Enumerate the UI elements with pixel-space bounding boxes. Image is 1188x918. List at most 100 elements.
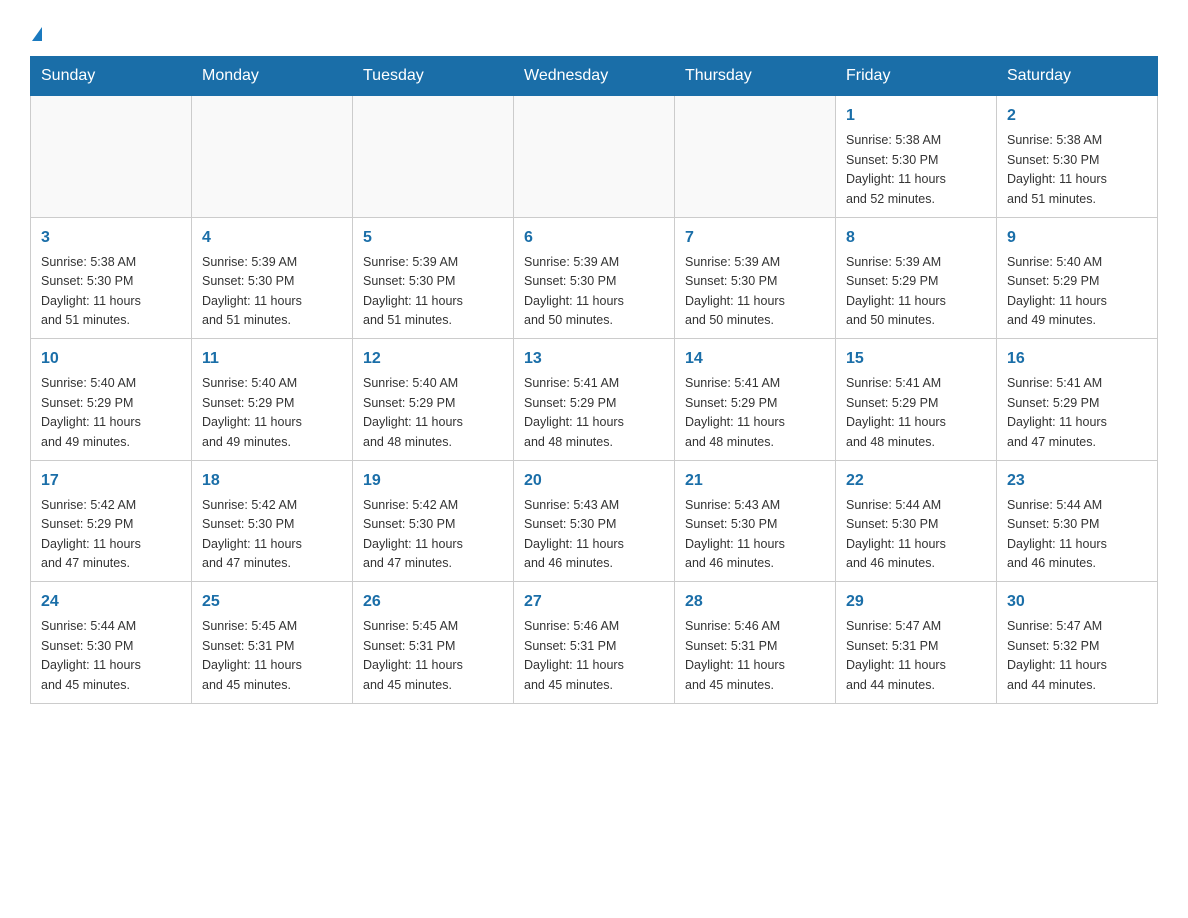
day-number: 8: [846, 226, 986, 250]
weekday-header-sunday: Sunday: [31, 57, 192, 96]
week-row-1: 1 Sunrise: 5:38 AMSunset: 5:30 PMDaylight…: [31, 96, 1158, 218]
day-info: Sunrise: 5:39 AMSunset: 5:30 PMDaylight:…: [363, 253, 503, 331]
logo-triangle-icon: [32, 27, 42, 41]
weekday-header-thursday: Thursday: [675, 57, 836, 96]
day-number: 1: [846, 104, 986, 128]
day-number: 10: [41, 347, 181, 371]
day-number: 28: [685, 590, 825, 614]
day-number: 3: [41, 226, 181, 250]
calendar-cell: [31, 96, 192, 218]
calendar-cell: 22 Sunrise: 5:44 AMSunset: 5:30 PMDayligh…: [836, 460, 997, 582]
day-number: 5: [363, 226, 503, 250]
calendar-cell: 15 Sunrise: 5:41 AMSunset: 5:29 PMDayligh…: [836, 339, 997, 461]
calendar-cell: 19 Sunrise: 5:42 AMSunset: 5:30 PMDayligh…: [353, 460, 514, 582]
calendar-cell: 2 Sunrise: 5:38 AMSunset: 5:30 PMDaylight…: [997, 96, 1158, 218]
day-info: Sunrise: 5:46 AMSunset: 5:31 PMDaylight:…: [524, 617, 664, 695]
calendar-cell: 23 Sunrise: 5:44 AMSunset: 5:30 PMDayligh…: [997, 460, 1158, 582]
calendar-cell: 18 Sunrise: 5:42 AMSunset: 5:30 PMDayligh…: [192, 460, 353, 582]
day-info: Sunrise: 5:39 AMSunset: 5:30 PMDaylight:…: [685, 253, 825, 331]
calendar-cell: 3 Sunrise: 5:38 AMSunset: 5:30 PMDaylight…: [31, 217, 192, 339]
day-info: Sunrise: 5:38 AMSunset: 5:30 PMDaylight:…: [1007, 131, 1147, 209]
day-number: 18: [202, 469, 342, 493]
day-info: Sunrise: 5:38 AMSunset: 5:30 PMDaylight:…: [41, 253, 181, 331]
page-header: [30, 20, 1158, 46]
day-number: 16: [1007, 347, 1147, 371]
day-number: 26: [363, 590, 503, 614]
week-row-3: 10 Sunrise: 5:40 AMSunset: 5:29 PMDayligh…: [31, 339, 1158, 461]
day-number: 2: [1007, 104, 1147, 128]
day-number: 11: [202, 347, 342, 371]
calendar-cell: 7 Sunrise: 5:39 AMSunset: 5:30 PMDaylight…: [675, 217, 836, 339]
calendar-cell: 20 Sunrise: 5:43 AMSunset: 5:30 PMDayligh…: [514, 460, 675, 582]
day-info: Sunrise: 5:39 AMSunset: 5:30 PMDaylight:…: [524, 253, 664, 331]
day-info: Sunrise: 5:47 AMSunset: 5:31 PMDaylight:…: [846, 617, 986, 695]
calendar-cell: 16 Sunrise: 5:41 AMSunset: 5:29 PMDayligh…: [997, 339, 1158, 461]
day-number: 30: [1007, 590, 1147, 614]
day-info: Sunrise: 5:41 AMSunset: 5:29 PMDaylight:…: [685, 374, 825, 452]
calendar-cell: 24 Sunrise: 5:44 AMSunset: 5:30 PMDayligh…: [31, 582, 192, 704]
calendar-cell: 4Sunrise: 5:39 AMSunset: 5:30 PMDaylight…: [192, 217, 353, 339]
calendar-cell: 14 Sunrise: 5:41 AMSunset: 5:29 PMDayligh…: [675, 339, 836, 461]
day-info: Sunrise: 5:44 AMSunset: 5:30 PMDaylight:…: [846, 496, 986, 574]
day-info: Sunrise: 5:40 AMSunset: 5:29 PMDaylight:…: [1007, 253, 1147, 331]
day-info: Sunrise: 5:43 AMSunset: 5:30 PMDaylight:…: [685, 496, 825, 574]
calendar-cell: 30 Sunrise: 5:47 AMSunset: 5:32 PMDayligh…: [997, 582, 1158, 704]
weekday-header-monday: Monday: [192, 57, 353, 96]
calendar-cell: 8 Sunrise: 5:39 AMSunset: 5:29 PMDaylight…: [836, 217, 997, 339]
calendar-cell: 27 Sunrise: 5:46 AMSunset: 5:31 PMDayligh…: [514, 582, 675, 704]
day-number: 4: [202, 226, 342, 250]
day-number: 29: [846, 590, 986, 614]
logo-general-text: [30, 20, 42, 46]
day-number: 7: [685, 226, 825, 250]
weekday-header-row: SundayMondayTuesdayWednesdayThursdayFrid…: [31, 57, 1158, 96]
calendar-cell: 21 Sunrise: 5:43 AMSunset: 5:30 PMDayligh…: [675, 460, 836, 582]
day-info: Sunrise: 5:42 AMSunset: 5:30 PMDaylight:…: [363, 496, 503, 574]
day-info: Sunrise: 5:43 AMSunset: 5:30 PMDaylight:…: [524, 496, 664, 574]
calendar-cell: [353, 96, 514, 218]
calendar-cell: 29 Sunrise: 5:47 AMSunset: 5:31 PMDayligh…: [836, 582, 997, 704]
weekday-header-friday: Friday: [836, 57, 997, 96]
calendar-cell: 25Sunrise: 5:45 AMSunset: 5:31 PMDayligh…: [192, 582, 353, 704]
day-info: Sunrise: 5:47 AMSunset: 5:32 PMDaylight:…: [1007, 617, 1147, 695]
weekday-header-tuesday: Tuesday: [353, 57, 514, 96]
day-info: Sunrise: 5:38 AMSunset: 5:30 PMDaylight:…: [846, 131, 986, 209]
day-info: Sunrise: 5:40 AMSunset: 5:29 PMDaylight:…: [202, 374, 342, 452]
calendar-cell: 13Sunrise: 5:41 AMSunset: 5:29 PMDayligh…: [514, 339, 675, 461]
calendar-cell: [675, 96, 836, 218]
day-info: Sunrise: 5:41 AMSunset: 5:29 PMDaylight:…: [846, 374, 986, 452]
day-number: 15: [846, 347, 986, 371]
calendar-cell: 11 Sunrise: 5:40 AMSunset: 5:29 PMDayligh…: [192, 339, 353, 461]
day-number: 22: [846, 469, 986, 493]
day-number: 25: [202, 590, 342, 614]
calendar-cell: 9Sunrise: 5:40 AMSunset: 5:29 PMDaylight…: [997, 217, 1158, 339]
day-number: 19: [363, 469, 503, 493]
day-info: Sunrise: 5:44 AMSunset: 5:30 PMDaylight:…: [41, 617, 181, 695]
day-number: 12: [363, 347, 503, 371]
calendar-cell: 28 Sunrise: 5:46 AMSunset: 5:31 PMDayligh…: [675, 582, 836, 704]
weekday-header-saturday: Saturday: [997, 57, 1158, 96]
day-info: Sunrise: 5:45 AMSunset: 5:31 PMDaylight:…: [363, 617, 503, 695]
week-row-5: 24 Sunrise: 5:44 AMSunset: 5:30 PMDayligh…: [31, 582, 1158, 704]
calendar-cell: 5 Sunrise: 5:39 AMSunset: 5:30 PMDaylight…: [353, 217, 514, 339]
day-info: Sunrise: 5:44 AMSunset: 5:30 PMDaylight:…: [1007, 496, 1147, 574]
day-info: Sunrise: 5:42 AMSunset: 5:30 PMDaylight:…: [202, 496, 342, 574]
day-info: Sunrise: 5:39 AMSunset: 5:29 PMDaylight:…: [846, 253, 986, 331]
day-number: 20: [524, 469, 664, 493]
week-row-4: 17Sunrise: 5:42 AMSunset: 5:29 PMDayligh…: [31, 460, 1158, 582]
day-info: Sunrise: 5:41 AMSunset: 5:29 PMDaylight:…: [524, 374, 664, 452]
calendar-cell: 17Sunrise: 5:42 AMSunset: 5:29 PMDayligh…: [31, 460, 192, 582]
day-info: Sunrise: 5:46 AMSunset: 5:31 PMDaylight:…: [685, 617, 825, 695]
day-info: Sunrise: 5:40 AMSunset: 5:29 PMDaylight:…: [41, 374, 181, 452]
day-number: 27: [524, 590, 664, 614]
day-number: 23: [1007, 469, 1147, 493]
day-number: 21: [685, 469, 825, 493]
day-number: 24: [41, 590, 181, 614]
calendar-cell: 1 Sunrise: 5:38 AMSunset: 5:30 PMDaylight…: [836, 96, 997, 218]
day-number: 14: [685, 347, 825, 371]
logo: [30, 20, 42, 46]
day-info: Sunrise: 5:41 AMSunset: 5:29 PMDaylight:…: [1007, 374, 1147, 452]
week-row-2: 3 Sunrise: 5:38 AMSunset: 5:30 PMDaylight…: [31, 217, 1158, 339]
weekday-header-wednesday: Wednesday: [514, 57, 675, 96]
calendar-cell: [514, 96, 675, 218]
day-number: 6: [524, 226, 664, 250]
